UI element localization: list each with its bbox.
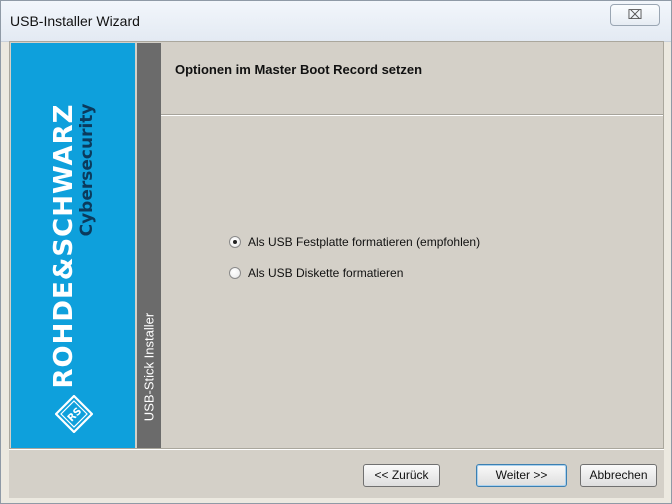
back-button[interactable]: << Zurück bbox=[363, 464, 440, 487]
radio-button[interactable] bbox=[229, 267, 241, 279]
page-header: Optionen im Master Boot Record setzen bbox=[161, 43, 663, 116]
window-title: USB-Installer Wizard bbox=[10, 13, 140, 29]
radio-button-selected[interactable] bbox=[229, 236, 241, 248]
option-label: Als USB Diskette formatieren bbox=[248, 266, 404, 280]
close-icon: ⌧ bbox=[627, 7, 643, 22]
next-button[interactable]: Weiter >> bbox=[476, 464, 567, 487]
option-label: Als USB Festplatte formatieren (empfohle… bbox=[248, 235, 481, 249]
cancel-button[interactable]: Abbrechen bbox=[580, 464, 657, 487]
button-bar: << Zurück Weiter >> Abbrechen bbox=[9, 449, 664, 498]
brand-wordmark: ROHDE&SCHWARZ Cybersecurity bbox=[49, 103, 97, 388]
brand-subtitle: Cybersecurity bbox=[77, 103, 97, 236]
brand-panel: ROHDE&SCHWARZ Cybersecurity RS bbox=[11, 43, 135, 448]
sidebar-stripe: USB-Stick Installer bbox=[137, 43, 161, 448]
title-bar[interactable]: USB-Installer Wizard ⌧ bbox=[1, 1, 671, 42]
brand-name: ROHDE&SCHWARZ bbox=[49, 103, 79, 388]
close-button[interactable]: ⌧ bbox=[610, 4, 660, 26]
installer-window: USB-Installer Wizard ⌧ ROHDE&SCHWARZ Cyb… bbox=[0, 0, 672, 504]
sidebar-label: USB-Stick Installer bbox=[141, 312, 157, 422]
options-panel: Als USB Festplatte formatieren (empfohle… bbox=[161, 116, 663, 448]
rohde-schwarz-logo-icon: RS bbox=[55, 395, 93, 433]
page-title: Optionen im Master Boot Record setzen bbox=[175, 62, 423, 77]
